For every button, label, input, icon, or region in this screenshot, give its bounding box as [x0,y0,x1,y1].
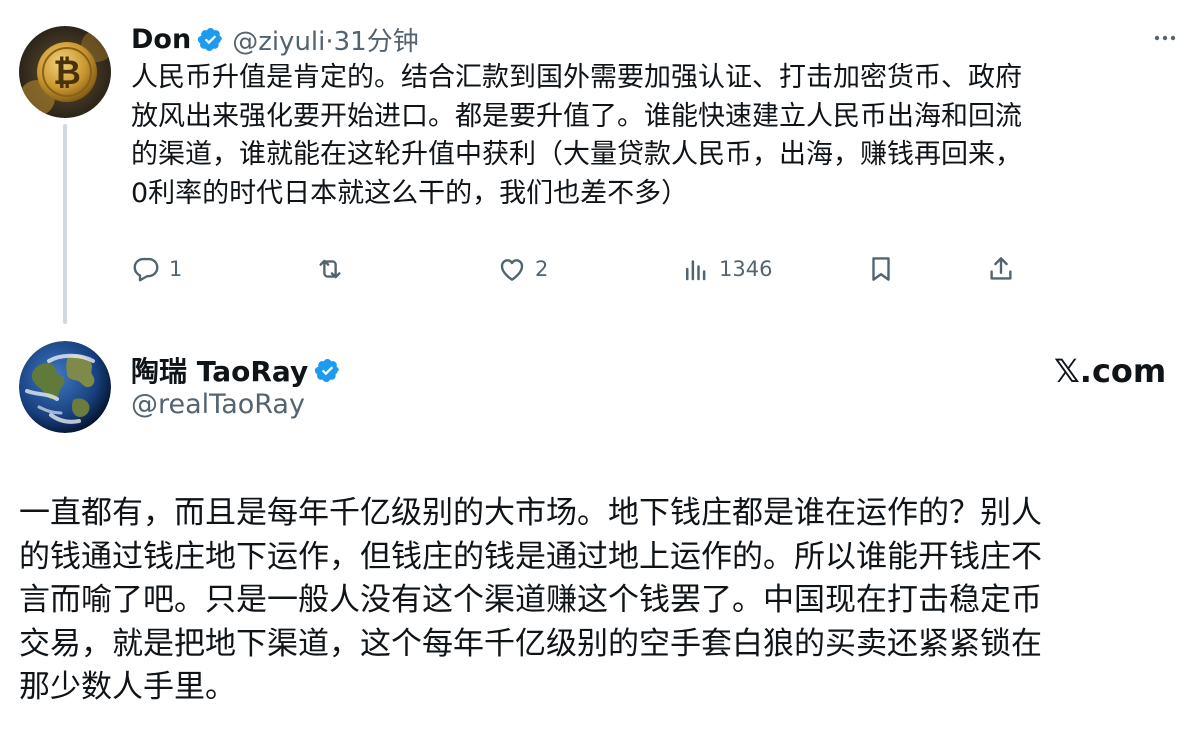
reply-icon [133,257,159,282]
author-display-name[interactable]: 陶瑞 TaoRay [131,350,308,390]
reply-button[interactable]: 1 [131,250,182,288]
earth-icon [19,341,111,433]
more-options-icon[interactable] [1148,26,1182,50]
like-button[interactable]: 2 [497,250,548,288]
verified-badge-icon [314,357,341,384]
author-handle[interactable]: @realTaoRay [131,389,305,420]
tweet-text: 一直都有，而且是每年千亿级别的大市场。地下钱庄都是谁在运作的？别人 的钱通过钱庄… [19,495,1042,705]
heart-icon [500,259,524,281]
author-row: 陶瑞 TaoRay [131,350,341,390]
analytics-icon [686,260,706,281]
bookmark-button[interactable] [866,250,896,288]
views-button[interactable]: 1346 [681,250,772,288]
author-handle-time[interactable]: @ziyuli·31分钟 [232,21,419,58]
share-icon [990,257,1012,280]
share-button[interactable] [986,250,1016,288]
reply-count: 1 [169,257,183,281]
author-display-name[interactable]: Don [131,24,191,55]
x-com-watermark: 𝕏.com [1054,352,1167,390]
tweet-action-bar: 1 2 1346 [131,250,1031,288]
author-row: Don @ziyuli·31分钟 [131,20,419,58]
bitcoin-icon: ₿ [19,26,111,118]
avatar[interactable]: ₿ [19,26,111,118]
retweet-button[interactable] [314,250,354,288]
retweet-icon [319,259,341,279]
avatar[interactable] [19,341,111,433]
thread-connector-line [63,124,67,324]
bookmark-icon [872,257,890,281]
tweet-text: 人民币升值是肯定的。结合汇款到国外需要加强认证、打击加密货币、政府 放风出来强化… [131,62,1022,209]
svg-text:₿: ₿ [53,53,81,93]
view-count: 1346 [719,257,773,281]
like-count: 2 [535,257,549,281]
verified-badge-icon [197,26,224,53]
